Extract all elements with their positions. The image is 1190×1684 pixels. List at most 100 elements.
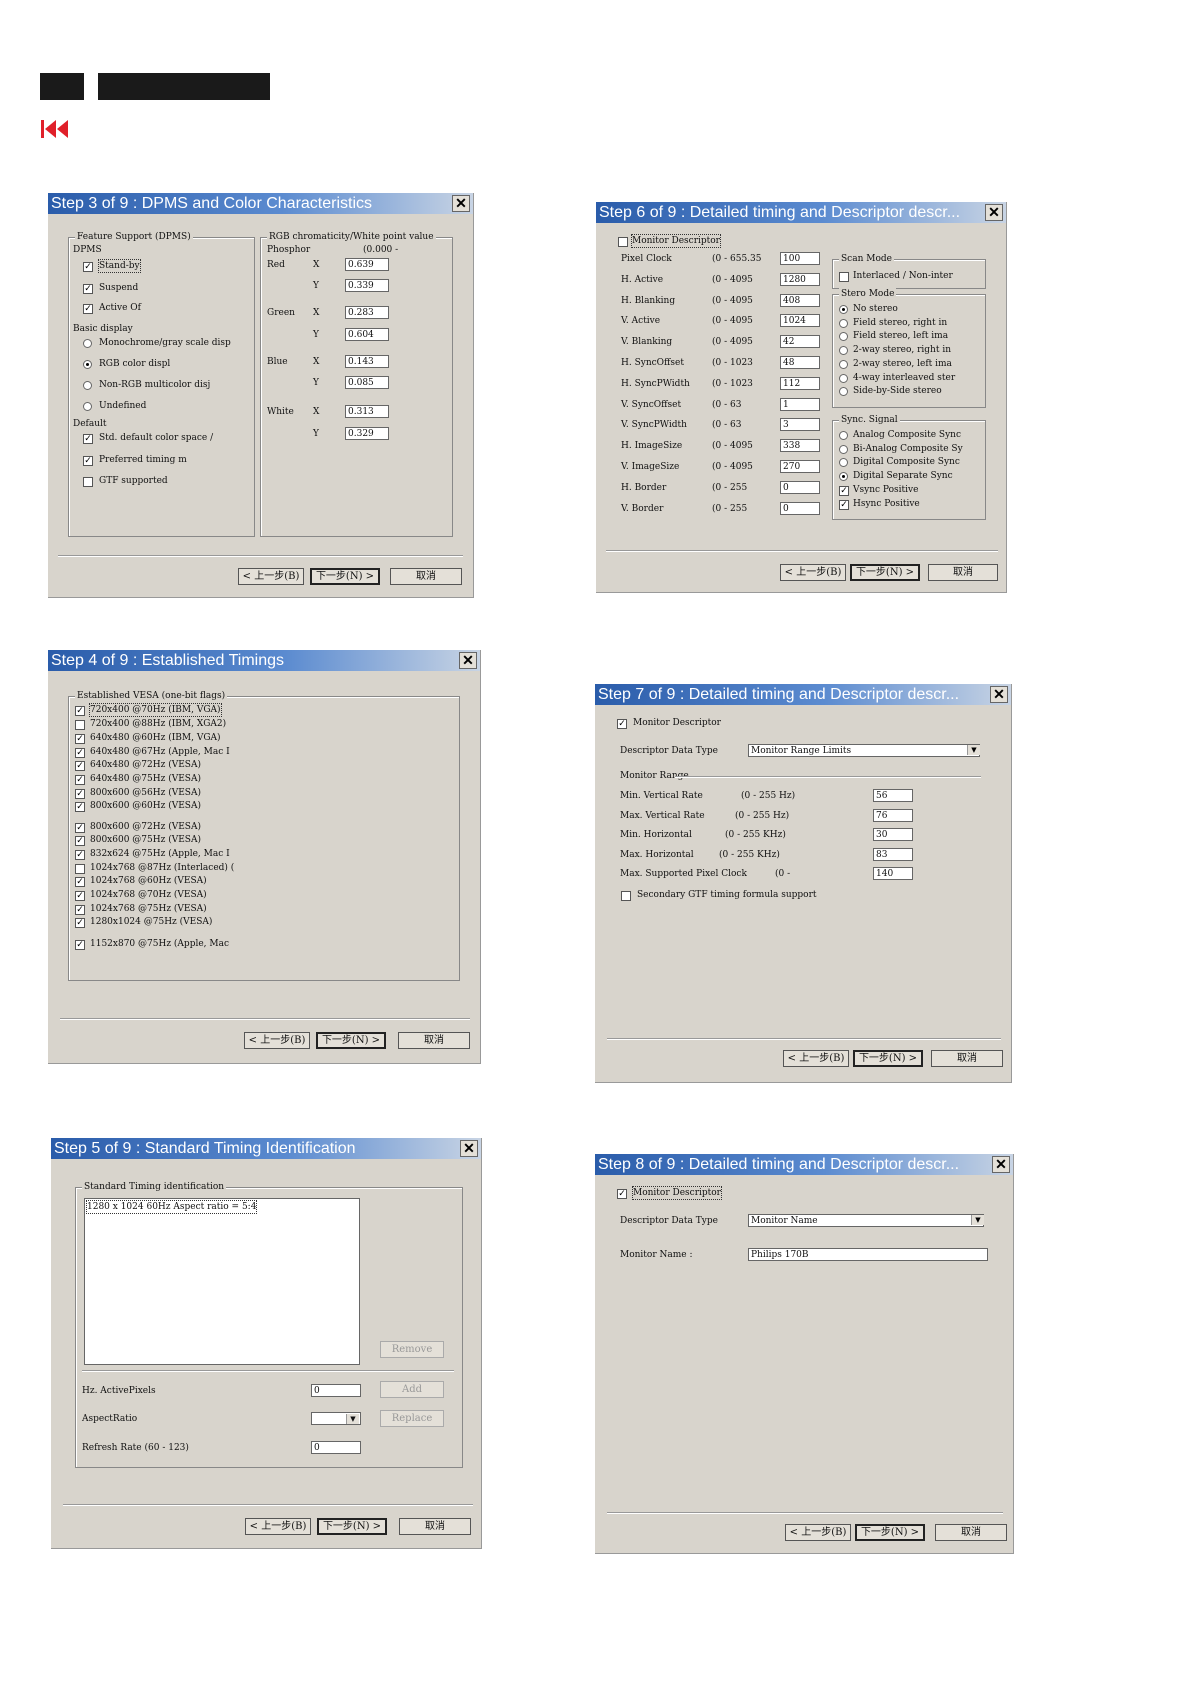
timing-checkbox[interactable]: [75, 720, 85, 730]
timing-checkbox[interactable]: ✓: [75, 775, 85, 785]
range-field-input[interactable]: 76: [873, 808, 913, 822]
next-button[interactable]: 下一步(N) >: [850, 564, 920, 581]
sync-radio[interactable]: [839, 458, 848, 468]
timing-field-input[interactable]: 42: [780, 335, 820, 349]
sync-checkbox[interactable]: ✓: [839, 486, 849, 496]
timing-checkbox[interactable]: ✓: [75, 877, 85, 887]
add-button[interactable]: Add: [380, 1381, 444, 1398]
close-icon[interactable]: ✕: [459, 652, 477, 669]
timing-field-input[interactable]: 408: [780, 293, 820, 307]
skip-back-icon[interactable]: [40, 119, 70, 139]
back-button[interactable]: < 上一步(B): [245, 1518, 311, 1535]
timing-field-input[interactable]: 3: [780, 418, 820, 432]
cancel-button[interactable]: 取消: [398, 1032, 470, 1049]
timing-checkbox[interactable]: ✓: [75, 706, 85, 716]
white-x-input[interactable]: 0.313: [345, 405, 389, 418]
default-checkbox[interactable]: ✓: [83, 434, 93, 444]
timing-field-input[interactable]: 48: [780, 356, 820, 369]
range-field-input[interactable]: 30: [873, 828, 913, 842]
stereo-radio[interactable]: [839, 387, 848, 397]
close-icon[interactable]: ✕: [452, 195, 470, 212]
stereo-radio[interactable]: [839, 318, 848, 328]
green-y-input[interactable]: 0.604: [345, 328, 389, 341]
timing-listbox[interactable]: 1280 x 1024 60Hz Aspect ratio = 5:4: [84, 1198, 360, 1365]
back-button[interactable]: < 上一步(B): [238, 568, 304, 585]
timing-field-input[interactable]: 1024: [780, 314, 820, 328]
monitor-name-input[interactable]: Philips 170B: [748, 1248, 988, 1261]
dpms-checkbox[interactable]: ✓: [83, 304, 93, 314]
timing-field-input[interactable]: 0: [780, 501, 820, 515]
next-button[interactable]: 下一步(N) >: [853, 1050, 923, 1067]
stereo-radio[interactable]: [839, 332, 848, 342]
timing-field-input[interactable]: 112: [780, 376, 820, 390]
timing-checkbox[interactable]: [75, 864, 85, 874]
back-button[interactable]: < 上一步(B): [780, 564, 846, 581]
sync-checkbox[interactable]: ✓: [839, 499, 849, 510]
green-x-input[interactable]: 0.283: [345, 306, 389, 319]
cancel-button[interactable]: 取消: [399, 1518, 471, 1535]
default-checkbox[interactable]: [83, 477, 93, 487]
timing-field-input[interactable]: 0: [780, 480, 820, 494]
timing-field-input[interactable]: 1: [780, 397, 820, 411]
timing-checkbox[interactable]: ✓: [75, 734, 85, 744]
timing-checkbox[interactable]: ✓: [75, 748, 85, 758]
list-item[interactable]: 1280 x 1024 60Hz Aspect ratio = 5:4: [85, 1200, 258, 1214]
descriptor-type-select[interactable]: Monitor Range Limits: [748, 744, 980, 757]
cancel-button[interactable]: 取消: [931, 1050, 1003, 1067]
timing-checkbox[interactable]: ✓: [75, 789, 85, 799]
next-button[interactable]: 下一步(N) >: [855, 1524, 925, 1541]
range-field-input[interactable]: 56: [873, 789, 913, 802]
chevron-down-icon[interactable]: ▼: [971, 1215, 984, 1225]
default-checkbox[interactable]: ✓: [83, 456, 93, 466]
monitor-descriptor-checkbox[interactable]: ✓: [617, 1189, 627, 1199]
range-field-input[interactable]: 140: [873, 867, 913, 881]
secondary-gtf-checkbox[interactable]: [621, 891, 631, 901]
timing-checkbox[interactable]: ✓: [75, 850, 85, 860]
next-button[interactable]: 下一步(N) >: [310, 568, 380, 585]
red-y-input[interactable]: 0.339: [345, 279, 389, 292]
monitor-descriptor-checkbox[interactable]: ✓: [617, 719, 627, 729]
stereo-radio[interactable]: [839, 359, 848, 369]
sync-radio[interactable]: [839, 472, 848, 482]
dpms-checkbox[interactable]: ✓: [83, 262, 93, 272]
timing-checkbox[interactable]: ✓: [75, 823, 85, 833]
refresh-rate-input[interactable]: 0: [311, 1441, 361, 1454]
timing-checkbox[interactable]: ✓: [75, 836, 85, 846]
next-button[interactable]: 下一步(N) >: [317, 1518, 387, 1535]
timing-checkbox[interactable]: ✓: [75, 891, 85, 901]
back-button[interactable]: < 上一步(B): [244, 1032, 310, 1049]
timing-checkbox[interactable]: ✓: [75, 905, 85, 915]
stereo-radio[interactable]: [839, 373, 848, 383]
stereo-radio[interactable]: [839, 305, 848, 314]
blue-y-input[interactable]: 0.085: [345, 376, 389, 389]
red-x-input[interactable]: 0.639: [345, 258, 389, 271]
timing-field-input[interactable]: 1280: [780, 272, 820, 286]
cancel-button[interactable]: 取消: [390, 568, 462, 585]
timing-checkbox[interactable]: ✓: [75, 918, 85, 928]
timing-field-input[interactable]: 338: [780, 439, 820, 453]
range-field-input[interactable]: 83: [873, 847, 913, 861]
timing-checkbox[interactable]: ✓: [75, 761, 85, 771]
timing-field-input[interactable]: 100: [780, 252, 820, 265]
close-icon[interactable]: ✕: [985, 204, 1003, 221]
hz-active-input[interactable]: 0: [311, 1384, 361, 1397]
chevron-down-icon[interactable]: ▼: [967, 745, 980, 755]
monitor-descriptor-checkbox[interactable]: [618, 237, 628, 247]
basic-radio[interactable]: [83, 339, 92, 348]
timing-checkbox[interactable]: ✓: [75, 940, 85, 950]
blue-x-input[interactable]: 0.143: [345, 355, 389, 368]
remove-button[interactable]: Remove: [380, 1341, 444, 1358]
back-button[interactable]: < 上一步(B): [785, 1524, 851, 1541]
cancel-button[interactable]: 取消: [935, 1524, 1007, 1541]
white-y-input[interactable]: 0.329: [345, 427, 389, 440]
basic-radio[interactable]: [83, 402, 92, 411]
close-icon[interactable]: ✕: [460, 1140, 478, 1157]
chevron-down-icon[interactable]: ▼: [346, 1414, 359, 1424]
stereo-radio[interactable]: [839, 346, 848, 356]
sync-radio[interactable]: [839, 431, 848, 440]
basic-radio[interactable]: [83, 381, 92, 390]
dpms-checkbox[interactable]: ✓: [83, 284, 93, 294]
close-icon[interactable]: ✕: [990, 686, 1008, 703]
interlaced-checkbox[interactable]: [839, 272, 849, 282]
timing-checkbox[interactable]: ✓: [75, 802, 85, 812]
